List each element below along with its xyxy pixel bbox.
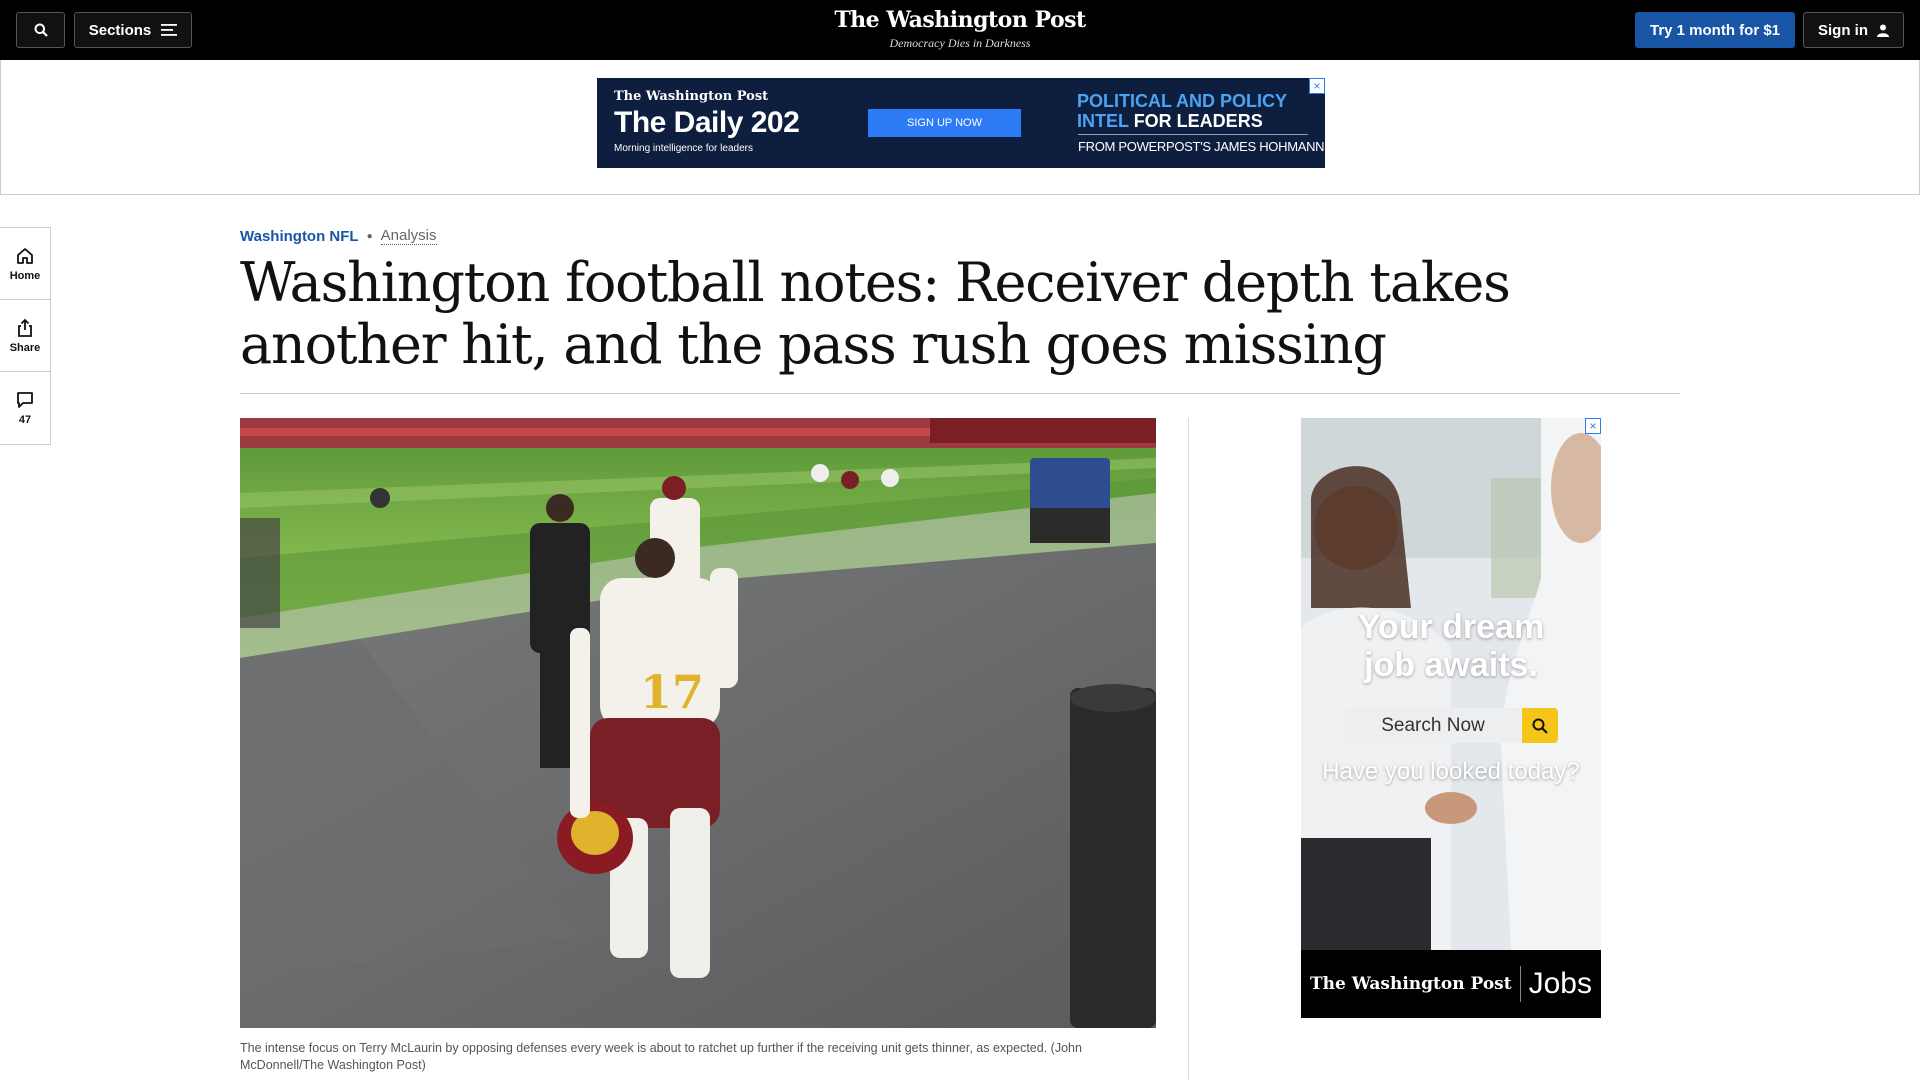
football-player-photo: 17 — [240, 418, 1156, 1028]
sections-label: Sections — [88, 21, 152, 39]
jobs-search-button[interactable] — [1522, 708, 1558, 743]
rail-home-label: Home — [9, 269, 41, 282]
column-divider — [1188, 418, 1189, 1080]
svg-text:17: 17 — [640, 665, 704, 719]
jobs-search-label[interactable]: Search Now — [1344, 708, 1522, 743]
site-tagline: Democracy Dies in Darkness — [889, 36, 1031, 50]
top-navigation-bar: Sections The Washington Post Democracy D… — [0, 0, 1920, 60]
menu-icon — [161, 24, 178, 36]
home-icon — [17, 247, 33, 264]
sign-in-button[interactable]: Sign in — [1803, 12, 1904, 48]
search-icon — [34, 23, 48, 37]
jobs-ad-background — [1301, 418, 1601, 950]
ad-logo: The Washington Post — [614, 89, 769, 104]
analysis-label[interactable]: Analysis — [380, 227, 437, 245]
jobs-ad-headline-line2: job awaits. — [1364, 646, 1538, 684]
article-headline: Washington football notes: Receiver dept… — [240, 251, 1511, 376]
jobs-ad-footer-brand: Jobs — [1528, 967, 1592, 1000]
side-ad-close-icon[interactable]: × — [1585, 418, 1601, 434]
jobs-ad-footer: The Washington Post Jobs — [1301, 950, 1601, 1018]
sign-in-label: Sign in — [1818, 21, 1868, 39]
subscribe-trial-button[interactable]: Try 1 month for $1 — [1635, 12, 1795, 48]
daily-202-banner-ad[interactable]: The Washington Post The Daily 202 Mornin… — [597, 78, 1325, 168]
jobs-ad-question: Have you looked today? — [1322, 758, 1580, 785]
jobs-ad-headline-line1: Your dream — [1357, 608, 1545, 646]
kicker-separator: ● — [366, 230, 373, 242]
top-ad-band: The Washington Post The Daily 202 Mornin… — [0, 60, 1920, 195]
photo-caption: The intense focus on Terry McLaurin by o… — [240, 1041, 1082, 1072]
ad-signup-button[interactable]: SIGN UP NOW — [868, 109, 1021, 137]
jobs-ad-footer-logo: The Washington Post — [1310, 974, 1512, 994]
share-icon — [18, 318, 32, 337]
user-icon — [1877, 24, 1889, 37]
jobs-sidebar-ad[interactable]: Your dream job awaits. Search Now Have y… — [1301, 418, 1601, 1018]
ad-byline: FROM POWERPOST'S JAMES HOHMANN — [1078, 139, 1325, 154]
ad-headline: POLITICAL AND POLICY INTEL FOR LEADERS — [1077, 91, 1307, 131]
rail-comment-count: 47 — [18, 414, 32, 426]
rail-share-label: Share — [9, 341, 41, 354]
rail-home-button[interactable]: Home — [0, 228, 50, 300]
ad-divider — [1078, 134, 1308, 135]
ad-subtitle: Morning intelligence for leaders — [614, 143, 753, 154]
jobs-ad-footer-separator — [1519, 966, 1521, 1002]
article-lead-photo[interactable]: 17 — [240, 418, 1156, 1028]
left-action-rail: Home Share 47 — [0, 227, 51, 445]
ad-title: The Daily 202 — [614, 106, 800, 139]
headline-divider — [240, 393, 1680, 394]
jobs-ad-headline: Your dream job awaits. — [1301, 608, 1601, 684]
section-link[interactable]: Washington NFL — [240, 228, 359, 245]
ad-close-icon[interactable]: × — [1309, 78, 1325, 94]
sections-button[interactable]: Sections — [74, 12, 192, 48]
search-button[interactable] — [16, 12, 65, 48]
comment-icon — [17, 392, 33, 408]
masthead[interactable]: The Washington Post Democracy Dies in Da… — [760, 6, 1160, 51]
jobs-search-box[interactable]: Search Now — [1344, 708, 1558, 743]
site-logo[interactable]: The Washington Post — [760, 6, 1160, 34]
rail-share-button[interactable]: Share — [0, 300, 50, 372]
rail-comments-button[interactable]: 47 — [0, 372, 50, 444]
ad-headline-white: FOR LEADERS — [1133, 111, 1263, 131]
article-kicker: Washington NFL ● Analysis — [240, 227, 437, 245]
search-icon — [1532, 718, 1548, 734]
